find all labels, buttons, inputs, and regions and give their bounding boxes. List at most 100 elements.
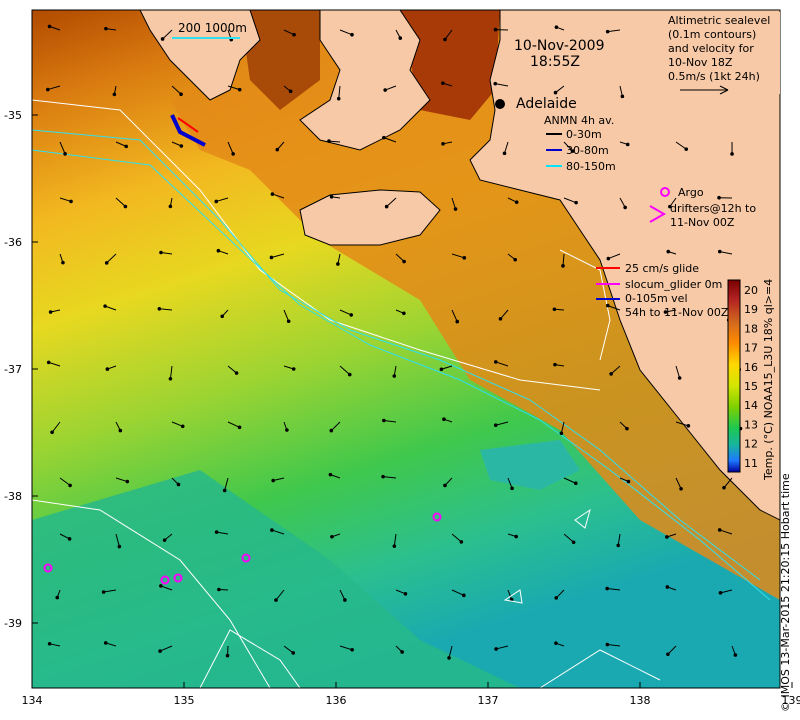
velocity-arrow-head — [605, 586, 610, 591]
y-tick-label: -37 — [4, 363, 22, 376]
velocity-arrow-head — [179, 144, 184, 148]
velocity-arrow-head — [439, 367, 444, 372]
velocity-arrow-head — [623, 205, 627, 210]
velocity-arrow-head — [441, 81, 445, 85]
velocity-arrow-head — [176, 482, 181, 487]
velocity-arrow-head — [160, 37, 165, 41]
velocity-arrow-head — [45, 87, 50, 92]
x-tick-label: 135 — [174, 694, 195, 707]
velocity-arrow-head — [609, 372, 613, 376]
colorbar-tick-label: 16 — [744, 361, 758, 374]
velocity-arrow-head — [686, 424, 691, 428]
velocity-arrow-head — [274, 598, 278, 602]
colorbar-tick-label: 14 — [744, 399, 758, 412]
velocity-arrow-head — [291, 367, 296, 371]
velocity-arrow-head — [571, 540, 576, 545]
velocity-arrow-head — [554, 25, 559, 30]
velocity-arrow-head — [381, 474, 385, 479]
velocity-arrow-head — [392, 374, 397, 378]
argo-line-3: 11-Nov 00Z — [670, 216, 735, 229]
y-tick-label: -35 — [4, 109, 22, 122]
anmn-label-2: 80-150m — [566, 160, 616, 173]
velocity-arrow-head — [350, 32, 354, 37]
anmn-label-0: 0-30m — [566, 128, 602, 141]
x-tick-label: 138 — [630, 694, 651, 707]
velocity-arrow-head — [222, 488, 227, 493]
colorbar-tick-label: 19 — [744, 303, 758, 316]
velocity-arrow-head — [665, 535, 669, 539]
velocity-arrow-head — [398, 36, 403, 40]
glider-line-0: 25 cm/s glide — [625, 262, 699, 275]
velocity-arrow-head — [180, 424, 185, 429]
velocity-arrow-head — [730, 152, 734, 156]
velocity-arrow-head — [553, 90, 558, 95]
velocity-arrow-head — [554, 596, 559, 600]
velocity-arrow-head — [442, 417, 446, 422]
velocity-arrow-head — [510, 486, 514, 491]
velocity-arrow-head — [443, 483, 447, 488]
colorbar — [727, 279, 741, 473]
velocity-arrow-head — [168, 376, 173, 381]
sst-map: 200 1000m 10-Nov-2009 18:55Z Adelaide Al… — [4, 9, 800, 707]
velocity-arrow-head — [159, 584, 163, 588]
velocity-arrow-head — [237, 425, 242, 430]
velocity-arrow-head — [620, 94, 625, 99]
velocity-arrow-head — [494, 647, 498, 651]
velocity-arrow-head — [329, 428, 334, 433]
info-line-5: 0.5m/s (1kt 24h) — [668, 70, 760, 83]
velocity-arrow-head — [270, 192, 275, 196]
velocity-arrow-head — [554, 641, 558, 645]
velocity-arrow-head — [493, 423, 498, 428]
scale-label: 200 1000m — [178, 21, 247, 35]
velocity-arrow-head — [462, 256, 467, 260]
velocity-arrow-head — [400, 650, 404, 654]
velocity-arrow-head — [666, 652, 670, 657]
velocity-arrow-head — [47, 24, 52, 29]
anmn-label-1: 30-80m — [566, 144, 609, 157]
velocity-arrow-head — [214, 199, 219, 204]
colorbar-tick-label: 13 — [744, 418, 758, 431]
velocity-arrow-head — [61, 260, 65, 265]
map-date: 10-Nov-2009 — [514, 38, 605, 54]
velocity-arrow-head — [462, 593, 466, 598]
colorbar-tick-label: 18 — [744, 322, 758, 335]
velocity-arrow-head — [103, 304, 107, 308]
velocity-arrow-head — [383, 88, 387, 92]
velocity-arrow-head — [104, 261, 109, 265]
velocity-arrow-head — [561, 264, 565, 268]
velocity-arrow-head — [292, 32, 296, 37]
velocity-arrow-head — [722, 485, 726, 490]
velocity-arrow-head — [55, 595, 60, 600]
velocity-arrow-head — [101, 590, 106, 594]
velocity-arrow-head — [217, 587, 221, 592]
velocity-arrow-head — [665, 585, 670, 589]
velocity-arrow-head — [179, 92, 183, 97]
argo-line-2: drifters@12h to — [670, 202, 756, 215]
velocity-arrow-head — [330, 534, 334, 539]
velocity-arrow-head — [493, 27, 498, 32]
velocity-arrow-head — [68, 483, 72, 488]
velocity-arrow-head — [513, 257, 518, 262]
velocity-arrow-head — [157, 306, 162, 311]
velocity-arrow-head — [234, 371, 239, 375]
velocity-arrow-head — [514, 534, 518, 539]
velocity-arrow-head — [402, 311, 406, 316]
velocity-arrow-head — [350, 647, 354, 652]
info-line-4: 10-Nov 18Z — [668, 56, 733, 69]
colorbar-tick-label: 12 — [744, 438, 758, 451]
velocity-arrow-head — [271, 478, 275, 483]
velocity-arrow-head — [291, 651, 296, 655]
velocity-arrow-head — [514, 200, 519, 204]
x-tick-label: 134 — [22, 694, 43, 707]
copyright-credit: © IMOS 13-Mar-2015 21:20:15 Hobart time — [779, 473, 792, 712]
info-line-2: (0.1m contours) — [668, 28, 756, 41]
velocity-arrow-head — [733, 653, 738, 657]
velocity-arrow-head — [329, 194, 334, 199]
velocity-arrow-head — [46, 360, 51, 365]
velocity-arrow-head — [498, 317, 503, 321]
anmn-title: ANMN 4h av. — [544, 114, 614, 127]
velocity-arrow-head — [402, 259, 406, 264]
x-tick-label: 136 — [326, 694, 347, 707]
argo-label: Argo — [678, 186, 704, 199]
velocity-arrow-head — [677, 376, 682, 380]
